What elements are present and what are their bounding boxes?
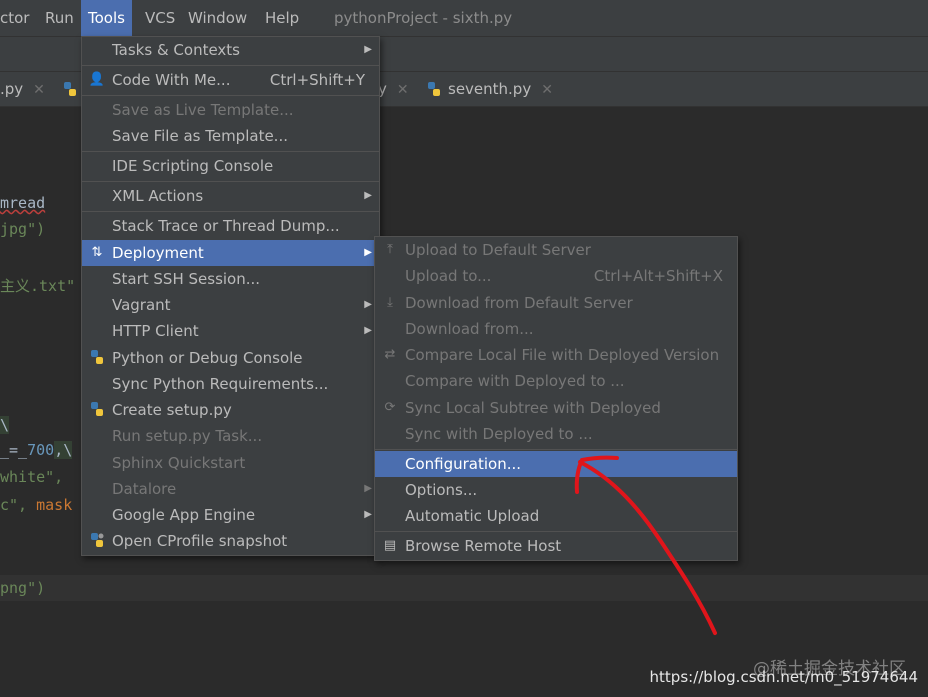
annotation-arrow	[574, 455, 717, 635]
url-watermark: https://blog.csdn.net/m0_51974644	[649, 668, 918, 686]
